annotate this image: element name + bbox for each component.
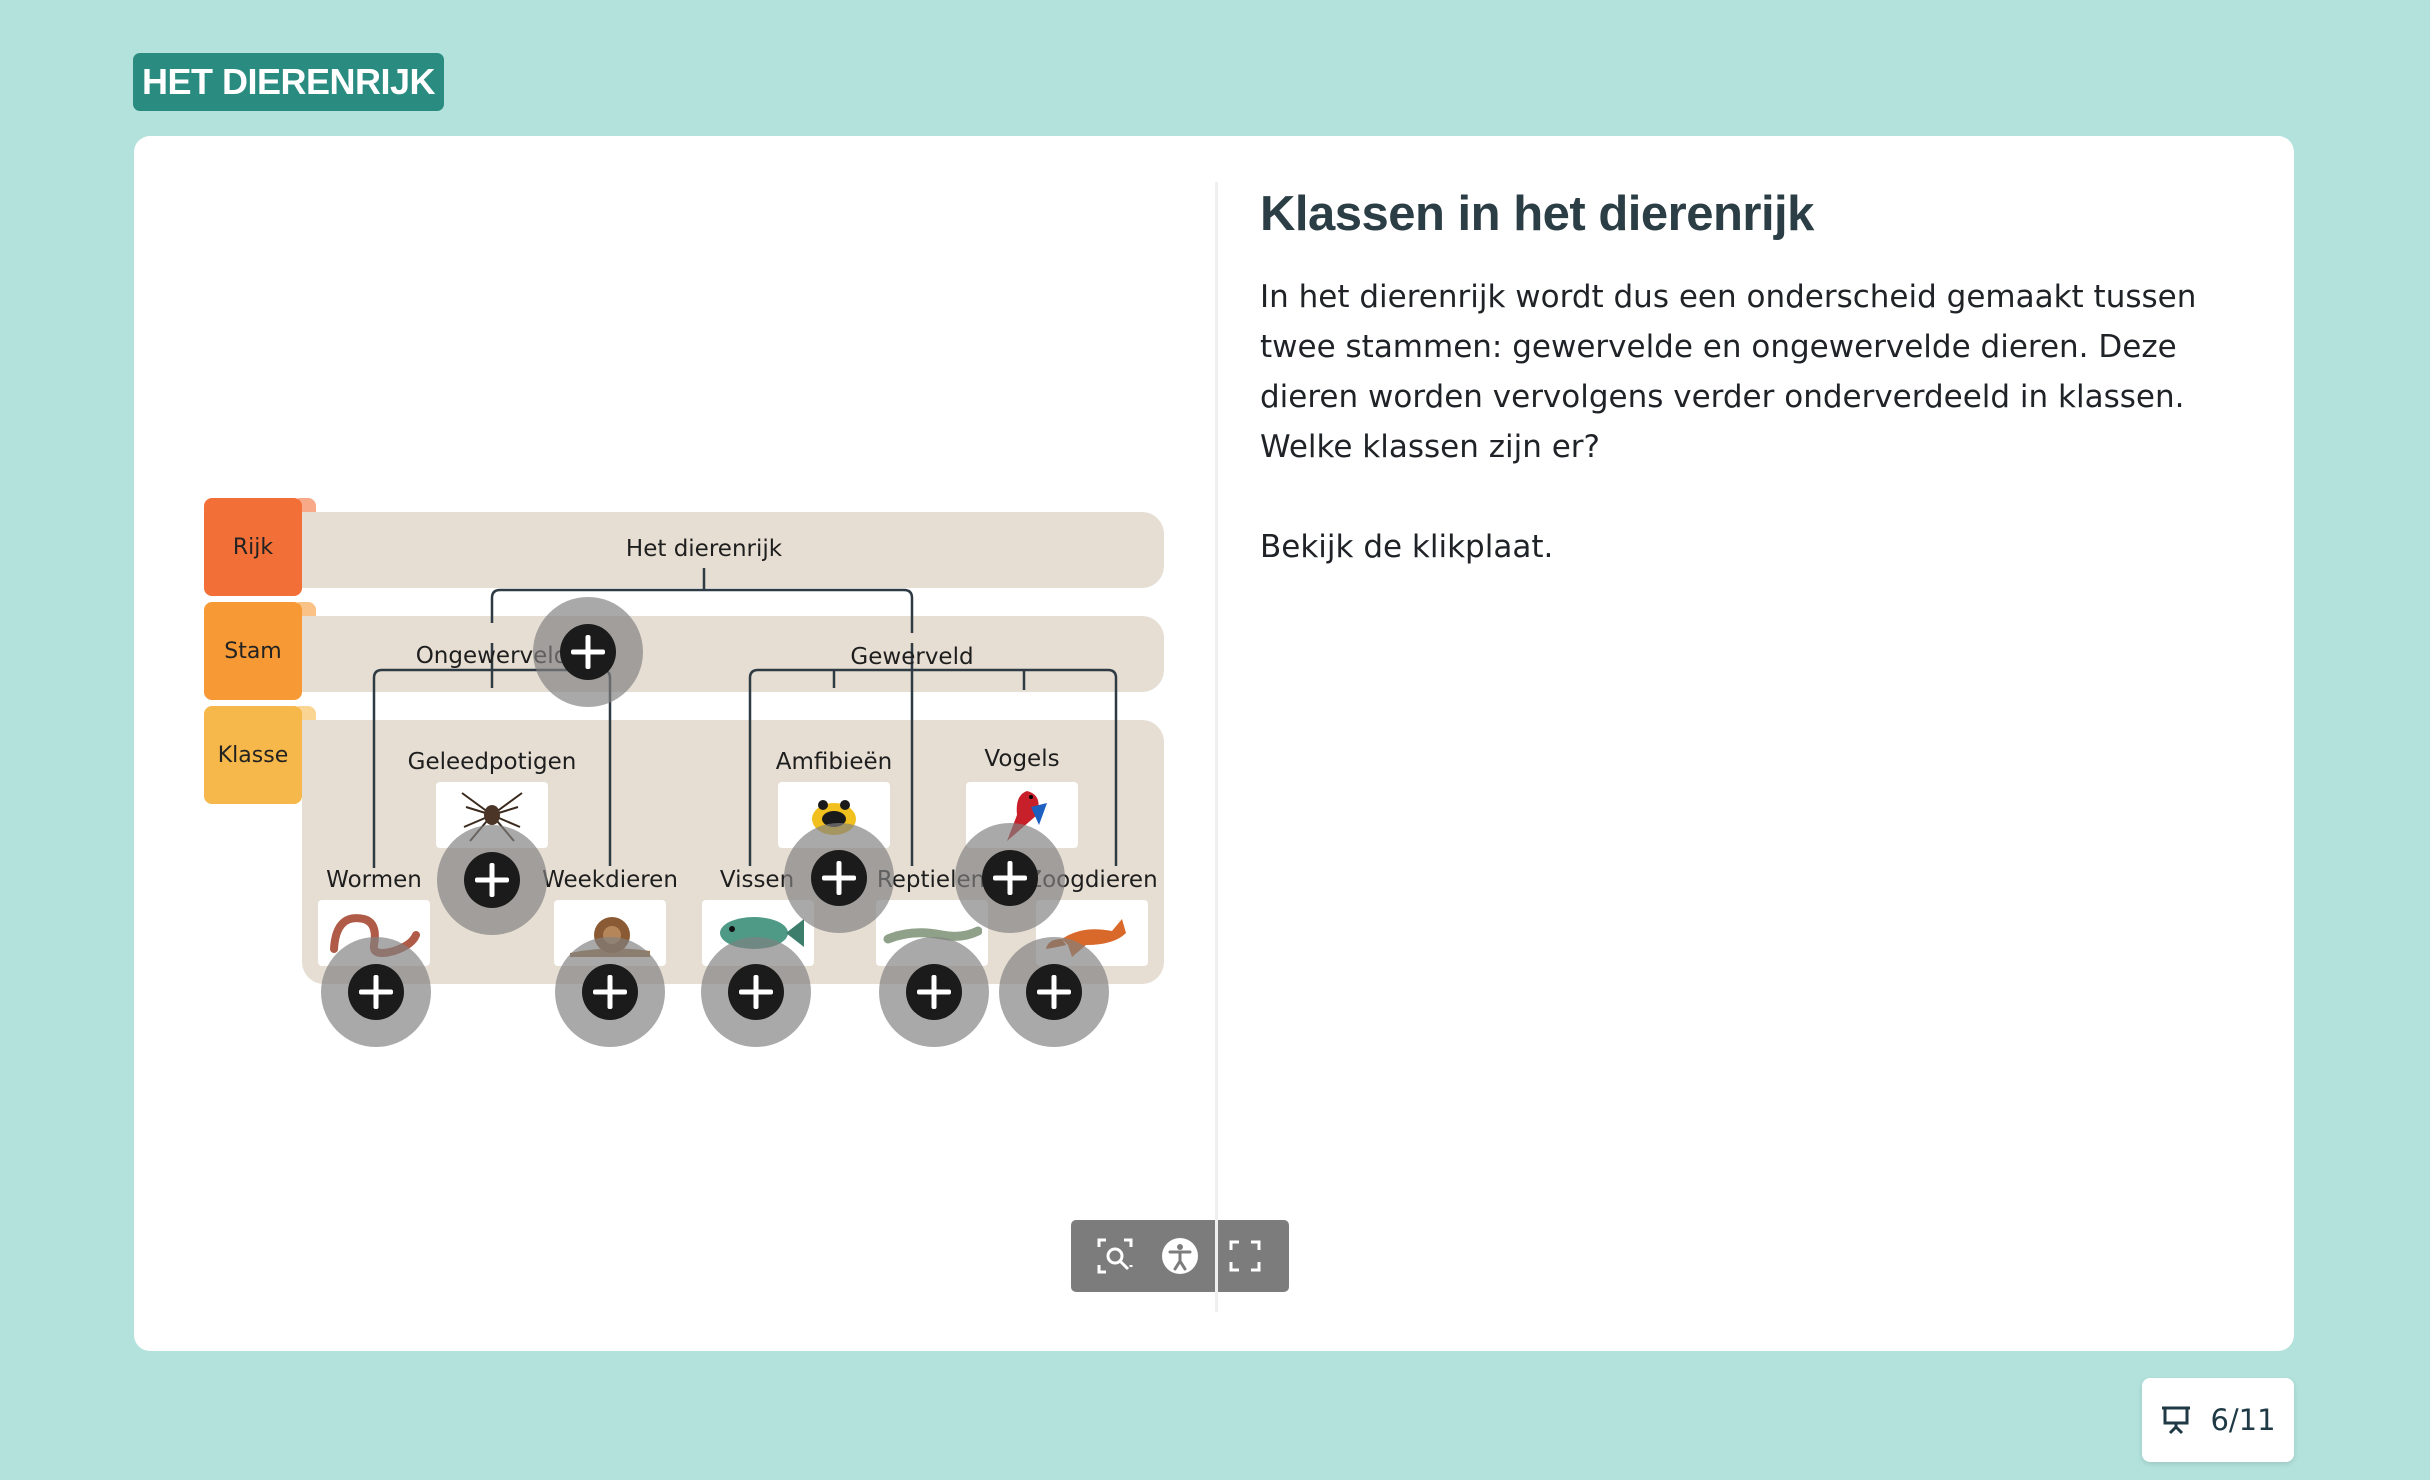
hotspot-invertebrates[interactable]	[533, 597, 643, 707]
hotspot-amphibians[interactable]	[784, 823, 894, 933]
plus-icon	[982, 850, 1038, 906]
slide-counter[interactable]: 6/11	[2142, 1378, 2294, 1462]
classification-diagram: Rijk Stam Klasse Het dierenrijk Ongewerv…	[204, 498, 1299, 1098]
plus-icon	[906, 964, 962, 1020]
fullscreen-icon[interactable]	[1221, 1232, 1269, 1280]
body-text: In het dierenrijk wordt dus een ondersch…	[1260, 272, 2240, 572]
plus-icon	[348, 964, 404, 1020]
hotspot-molluscs[interactable]	[555, 937, 665, 1047]
hotspot-fish[interactable]	[701, 937, 811, 1047]
image-toolbar	[1071, 1220, 1289, 1292]
node-amphibians: Amfibieën	[775, 749, 893, 775]
node-root: Het dierenrijk	[625, 536, 783, 562]
brand-badge: HET DIERENRIJK	[133, 53, 445, 111]
plus-icon	[464, 852, 520, 908]
plus-icon	[582, 964, 638, 1020]
plus-icon	[728, 964, 784, 1020]
page-title: Klassen in het dierenrijk	[1260, 187, 1814, 241]
text-panel: Klassen in het dierenrijk In het dierenr…	[1260, 186, 2240, 572]
paragraph-intro: In het dierenrijk wordt dus een ondersch…	[1260, 279, 2197, 465]
zoom-select-icon[interactable]	[1091, 1232, 1139, 1280]
slide-counter-label: 6/11	[2210, 1403, 2276, 1437]
hotspot-birds[interactable]	[955, 823, 1065, 933]
node-worms: Wormen	[326, 867, 422, 893]
hotspot-worms[interactable]	[321, 937, 431, 1047]
node-birds: Vogels	[984, 746, 1060, 772]
content-card: Rijk Stam Klasse Het dierenrijk Ongewerv…	[134, 136, 2294, 1351]
node-arthropods: Geleedpotigen	[407, 749, 577, 775]
plus-icon	[1026, 964, 1082, 1020]
node-fish: Vissen	[719, 867, 795, 893]
presentation-icon	[2162, 1406, 2191, 1435]
node-molluscs: Weekdieren	[542, 867, 678, 893]
column-divider	[1215, 182, 1218, 1312]
node-vertebrates: Gewerveld	[850, 644, 974, 670]
hotspot-arthropods[interactable]	[437, 825, 547, 935]
accessibility-icon[interactable]	[1156, 1232, 1204, 1280]
plus-icon	[811, 850, 867, 906]
paragraph-instruction: Bekijk de klikplaat.	[1260, 529, 1554, 565]
plus-icon	[560, 624, 616, 680]
hotspot-mammals[interactable]	[999, 937, 1109, 1047]
hotspot-reptiles[interactable]	[879, 937, 989, 1047]
